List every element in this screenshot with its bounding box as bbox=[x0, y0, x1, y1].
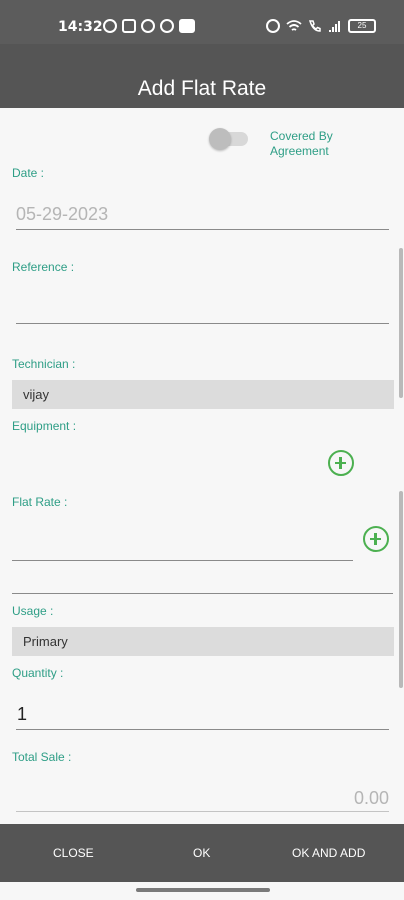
covered-by-agreement-label: Covered By Agreement bbox=[270, 129, 333, 158]
system-icons: 25 bbox=[266, 19, 376, 33]
scrollbar-lower[interactable] bbox=[399, 491, 403, 688]
flat-rate-divider bbox=[12, 578, 393, 594]
status-bar: 14:32 25 bbox=[0, 0, 404, 44]
notification-icons bbox=[103, 19, 195, 33]
navigation-bar bbox=[0, 882, 404, 900]
date-value: 05-29-2023 bbox=[16, 204, 109, 224]
quantity-field[interactable]: 1 bbox=[16, 696, 389, 730]
action-bar: CLOSE OK OK AND ADD bbox=[0, 824, 404, 882]
status-time: 14:32 bbox=[58, 19, 103, 35]
messenger-icon bbox=[141, 19, 155, 33]
wifi-icon bbox=[286, 20, 302, 31]
total-sale-field[interactable]: 0.00 bbox=[16, 780, 389, 812]
close-button[interactable]: CLOSE bbox=[53, 846, 94, 860]
technician-select[interactable]: vijay bbox=[12, 380, 394, 409]
add-flat-rate-icon[interactable] bbox=[363, 526, 389, 552]
quantity-value: 1 bbox=[17, 704, 28, 724]
message-icon bbox=[179, 19, 195, 33]
ok-button[interactable]: OK bbox=[193, 846, 210, 860]
flat-rate-label: Flat Rate : bbox=[12, 495, 68, 509]
instagram-icon bbox=[122, 19, 136, 33]
missed-call-icon bbox=[160, 19, 174, 33]
total-sale-value: 0.00 bbox=[353, 788, 389, 808]
form-content: Covered By Agreement Date : 05-29-2023 R… bbox=[0, 108, 404, 824]
toggle-knob bbox=[209, 128, 231, 150]
technician-label: Technician : bbox=[12, 357, 76, 371]
total-sale-label: Total Sale : bbox=[12, 750, 72, 764]
whatsapp-icon bbox=[103, 19, 117, 33]
page-title: Add Flat Rate bbox=[137, 77, 267, 100]
equipment-label: Equipment : bbox=[12, 419, 77, 433]
home-handle[interactable] bbox=[136, 888, 270, 892]
flat-rate-field[interactable] bbox=[12, 526, 353, 561]
reference-field[interactable] bbox=[16, 288, 389, 324]
battery-icon: 25 bbox=[348, 19, 376, 33]
date-label: Date : bbox=[12, 166, 45, 180]
date-field[interactable]: 05-29-2023 bbox=[16, 196, 389, 230]
usage-select[interactable]: Primary bbox=[12, 627, 394, 656]
quantity-label: Quantity : bbox=[12, 666, 64, 680]
scrollbar-upper[interactable] bbox=[399, 248, 403, 398]
signal-icon bbox=[329, 21, 340, 32]
call-icon bbox=[308, 20, 321, 32]
ok-and-add-button[interactable]: OK AND ADD bbox=[292, 846, 365, 860]
alarm-icon bbox=[266, 19, 280, 33]
add-equipment-icon[interactable] bbox=[328, 450, 354, 476]
reference-label: Reference : bbox=[12, 260, 75, 274]
usage-label: Usage : bbox=[12, 604, 54, 618]
title-bar: Add Flat Rate bbox=[0, 44, 404, 108]
covered-by-agreement-toggle[interactable] bbox=[209, 128, 248, 150]
